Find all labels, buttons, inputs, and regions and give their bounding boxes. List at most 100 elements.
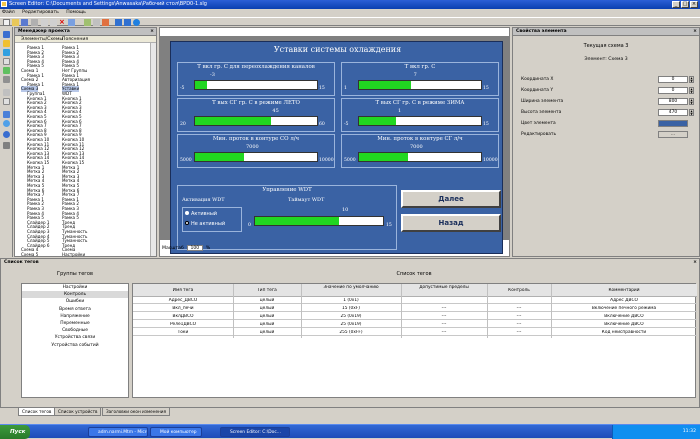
color-swatch[interactable] (658, 120, 688, 127)
menu-edit[interactable]: Редактировать (22, 10, 59, 15)
tag-row[interactable]: Адрес_ДВСО целый 1 (0x1) Адрес ДВСО (133, 297, 697, 304)
tag-group-item[interactable]: Время ответа (22, 306, 128, 313)
edit-button[interactable]: ... (658, 131, 688, 138)
property-value-input[interactable]: 800 (658, 98, 688, 105)
tag-row[interactable]: Вкл_печи целый 15 (0xF) --- --- Включение печ… (133, 305, 697, 312)
tag-column-header[interactable]: Комментарий (551, 288, 697, 293)
gauge-bar[interactable] (358, 116, 482, 126)
save-icon[interactable] (21, 19, 28, 26)
back-button[interactable]: Назад (401, 214, 501, 232)
menu-help[interactable]: Помощь (66, 10, 86, 15)
delete-icon[interactable]: × (59, 19, 66, 26)
tag-column-header[interactable]: Контроль (487, 288, 551, 293)
spin-arrows-icon[interactable]: ▲ ▼ (689, 98, 694, 105)
print-icon[interactable] (31, 19, 38, 26)
property-row: Координата Y 0 ▲ ▼ (521, 87, 696, 94)
cut-icon[interactable] (41, 19, 48, 26)
task-screen-editor[interactable]: Screen Editor: C:\Doc... (220, 427, 290, 437)
project-tree-item[interactable]: Схема 5 Настройки (15, 252, 151, 257)
gauge-tool-icon[interactable] (3, 131, 10, 138)
trend-tool-icon[interactable] (3, 89, 10, 96)
tag-panel-close-icon[interactable]: × (693, 259, 697, 267)
frame-tool-icon[interactable] (3, 76, 10, 83)
tag-group-item[interactable]: Ошибки (22, 298, 128, 305)
col-comments[interactable]: Пояснения (62, 36, 88, 43)
checkbox-tool-icon[interactable] (3, 98, 10, 105)
start-button[interactable]: Пуск (0, 425, 30, 439)
copy-icon[interactable] (50, 19, 57, 26)
gauge-bar[interactable] (358, 80, 482, 90)
panel-close-icon[interactable]: × (150, 28, 154, 36)
tag-column-header[interactable]: Значение по умолчанию (301, 285, 401, 290)
grid-icon[interactable] (84, 19, 91, 26)
download-icon[interactable] (124, 19, 131, 26)
tag-group-item[interactable]: Свободные (22, 327, 128, 334)
gauge-value: 1 (398, 108, 402, 114)
tag-row[interactable]: Реле1ДВСО целый 25 (0x19) --- --- Включение Д… (133, 321, 697, 328)
tab-device-list[interactable]: Список устройств (54, 408, 102, 416)
tag-group-item[interactable]: Напряжение (22, 313, 128, 320)
tag-column-header[interactable]: Тип тега (233, 288, 301, 293)
gauge-bar[interactable] (194, 80, 318, 90)
tag-column-header[interactable]: Допустимые пределы (401, 285, 487, 290)
property-value-input[interactable]: 470 (658, 109, 688, 116)
task-my-computer[interactable]: Мой компьютер (150, 427, 202, 437)
wdt-timeout-bar[interactable] (254, 216, 384, 226)
compile-icon[interactable] (102, 19, 109, 26)
cooling-setpoints-screen[interactable]: Уставки системы охлаждения Т вкл гр. С д… (170, 41, 503, 254)
tag-row[interactable]: Токи целый 255 (0xFF) --- --- Код неисправнос… (133, 329, 697, 336)
button-tool-icon[interactable] (3, 49, 10, 56)
tab-window-titles[interactable]: Заголовки окон изменения (102, 408, 170, 416)
tag-row[interactable]: ВклДВСО целый 25 (0x19) --- --- Включение ДВС… (133, 313, 697, 320)
input-tool-icon[interactable] (3, 58, 10, 65)
task-messages[interactable]: adm.narmi.Mtm - Microsoft ... (88, 427, 148, 437)
spin-arrows-icon[interactable]: ▲ ▼ (689, 109, 694, 116)
tag-group-item[interactable]: Переменные (22, 320, 128, 327)
undo-icon[interactable] (68, 19, 75, 26)
tag-group-item[interactable]: Устройства событий (22, 342, 128, 349)
close-button[interactable]: × (690, 1, 698, 8)
bar-tool-icon[interactable] (3, 67, 10, 74)
minimize-button[interactable]: _ (672, 1, 680, 8)
gauge-bar[interactable] (194, 152, 318, 162)
radio-inactive[interactable]: Не активный (185, 221, 225, 227)
col-elements[interactable]: Элементы/Схемы (21, 36, 63, 43)
radio-active[interactable]: Активный (185, 211, 217, 217)
info-icon[interactable] (133, 19, 140, 26)
tab-tag-list[interactable]: Список тегов (18, 408, 56, 416)
image-tool-icon[interactable] (3, 111, 10, 118)
props-close-icon[interactable]: × (693, 28, 697, 36)
open-folder-icon[interactable] (12, 19, 19, 26)
setpoint-gauge[interactable]: Мин. проток в контуре СГ л/ч 7000 5000 1… (341, 134, 499, 168)
property-value-input[interactable]: 0 (658, 76, 688, 83)
zoom-label: Масштаб (162, 246, 184, 251)
tag-group-item[interactable]: Контроль (22, 291, 128, 299)
setpoint-gauge[interactable]: Т вых СГ гр. С в режиме ЗИМА 1 -5 15 (341, 98, 499, 132)
tag-group-item[interactable]: Настройки (22, 284, 128, 291)
label-tool-icon[interactable] (3, 40, 10, 47)
maximize-button[interactable]: □ (681, 1, 689, 8)
lamp-tool-icon[interactable] (3, 120, 10, 127)
setpoint-gauge[interactable]: Мин. проток в контуре СО л/ч 7000 5000 1… (177, 134, 335, 168)
zoom-input[interactable]: 100 (186, 244, 203, 251)
spin-arrows-icon[interactable]: ▲ ▼ (689, 76, 694, 83)
property-value-input[interactable]: 0 (658, 87, 688, 94)
project-scrollbar[interactable] (150, 43, 156, 256)
wdt-box[interactable]: Управление WDT Активация WDT Таймаут WDT… (177, 185, 397, 250)
spin-arrows-icon[interactable]: ▲ ▼ (689, 87, 694, 94)
next-button[interactable]: Далее (401, 190, 501, 208)
slider-tool-icon[interactable] (3, 142, 10, 149)
run-icon[interactable] (115, 19, 122, 26)
pointer-tool-icon[interactable] (3, 31, 10, 38)
gauge-bar[interactable] (194, 116, 318, 126)
new-file-icon[interactable] (3, 19, 10, 26)
tag-cell-type: целый (259, 314, 275, 319)
gauge-bar[interactable] (358, 152, 482, 162)
tag-group-item[interactable]: Устройства связи (22, 334, 128, 341)
setpoint-gauge[interactable]: Т вкл гр. С 7 1 15 (341, 62, 499, 96)
setpoint-gauge[interactable]: Т вкл гр. С для переохлаждения каналов -… (177, 62, 335, 96)
setpoint-gauge[interactable]: Т вых СГ гр. С в режиме ЛЕТО 45 20 60 (177, 98, 335, 132)
tag-column-header[interactable]: Имя тега (133, 288, 233, 293)
align-icon[interactable] (93, 19, 100, 26)
menu-file[interactable]: Файл (2, 10, 15, 15)
